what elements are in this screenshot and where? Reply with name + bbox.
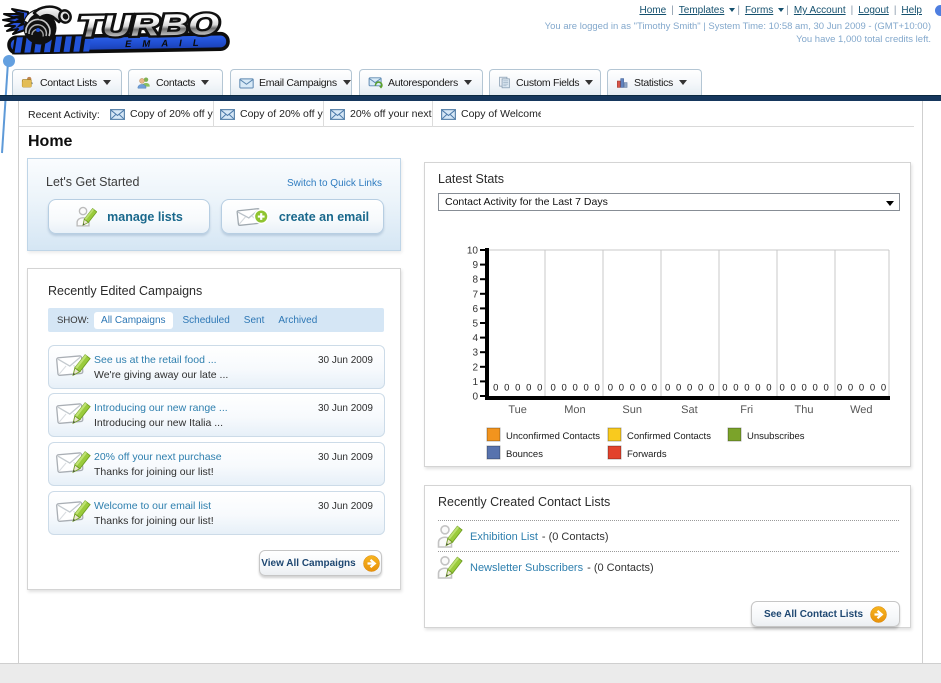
svg-text:0: 0 (665, 383, 670, 394)
svg-text:0: 0 (652, 383, 657, 394)
svg-text:0: 0 (537, 383, 542, 394)
svg-text:Bounces: Bounces (506, 449, 543, 460)
svg-text:0: 0 (813, 383, 818, 394)
svg-text:9: 9 (472, 260, 478, 271)
svg-text:0: 0 (780, 383, 785, 394)
svg-text:Fri: Fri (740, 404, 753, 416)
svg-text:0: 0 (641, 383, 646, 394)
svg-text:Thu: Thu (795, 404, 814, 416)
svg-text:0: 0 (630, 383, 635, 394)
svg-text:0: 0 (791, 383, 796, 394)
svg-text:0: 0 (722, 383, 727, 394)
svg-text:6: 6 (472, 304, 478, 315)
svg-text:0: 0 (744, 383, 749, 394)
svg-text:0: 0 (824, 383, 829, 394)
svg-text:0: 0 (709, 383, 714, 394)
svg-text:0: 0 (472, 392, 478, 403)
svg-text:1: 1 (472, 377, 478, 388)
svg-text:10: 10 (467, 246, 479, 257)
svg-text:Sun: Sun (622, 404, 642, 416)
svg-text:4: 4 (472, 333, 478, 344)
svg-text:Confirmed Contacts: Confirmed Contacts (627, 431, 711, 442)
svg-text:0: 0 (837, 383, 842, 394)
svg-text:0: 0 (733, 383, 738, 394)
svg-text:Tue: Tue (508, 404, 527, 416)
svg-text:0: 0 (572, 383, 577, 394)
svg-text:0: 0 (881, 383, 886, 394)
svg-text:0: 0 (504, 383, 509, 394)
svg-text:Unconfirmed Contacts: Unconfirmed Contacts (506, 431, 600, 442)
svg-text:0: 0 (594, 383, 599, 394)
svg-text:0: 0 (755, 383, 760, 394)
svg-text:TURBO: TURBO (78, 8, 220, 43)
svg-text:Mon: Mon (564, 404, 585, 416)
svg-text:0: 0 (583, 383, 588, 394)
svg-text:0: 0 (619, 383, 624, 394)
svg-text:0: 0 (859, 383, 864, 394)
svg-text:Wed: Wed (850, 404, 872, 416)
svg-text:0: 0 (608, 383, 613, 394)
svg-text:8: 8 (472, 275, 478, 286)
svg-text:0: 0 (526, 383, 531, 394)
svg-text:Forwards: Forwards (627, 449, 667, 460)
svg-text:Unsubscribes: Unsubscribes (747, 431, 805, 442)
svg-text:0: 0 (493, 383, 498, 394)
svg-text:0: 0 (698, 383, 703, 394)
svg-text:0: 0 (802, 383, 807, 394)
svg-text:0: 0 (550, 383, 555, 394)
svg-text:5: 5 (472, 319, 478, 330)
svg-text:0: 0 (766, 383, 771, 394)
svg-text:2: 2 (472, 362, 478, 373)
svg-text:0: 0 (870, 383, 875, 394)
svg-text:0: 0 (515, 383, 520, 394)
svg-text:0: 0 (687, 383, 692, 394)
svg-text:0: 0 (676, 383, 681, 394)
svg-text:0: 0 (561, 383, 566, 394)
svg-text:3: 3 (472, 348, 478, 359)
svg-text:7: 7 (472, 289, 478, 300)
svg-text:Sat: Sat (681, 404, 698, 416)
svg-text:0: 0 (848, 383, 853, 394)
